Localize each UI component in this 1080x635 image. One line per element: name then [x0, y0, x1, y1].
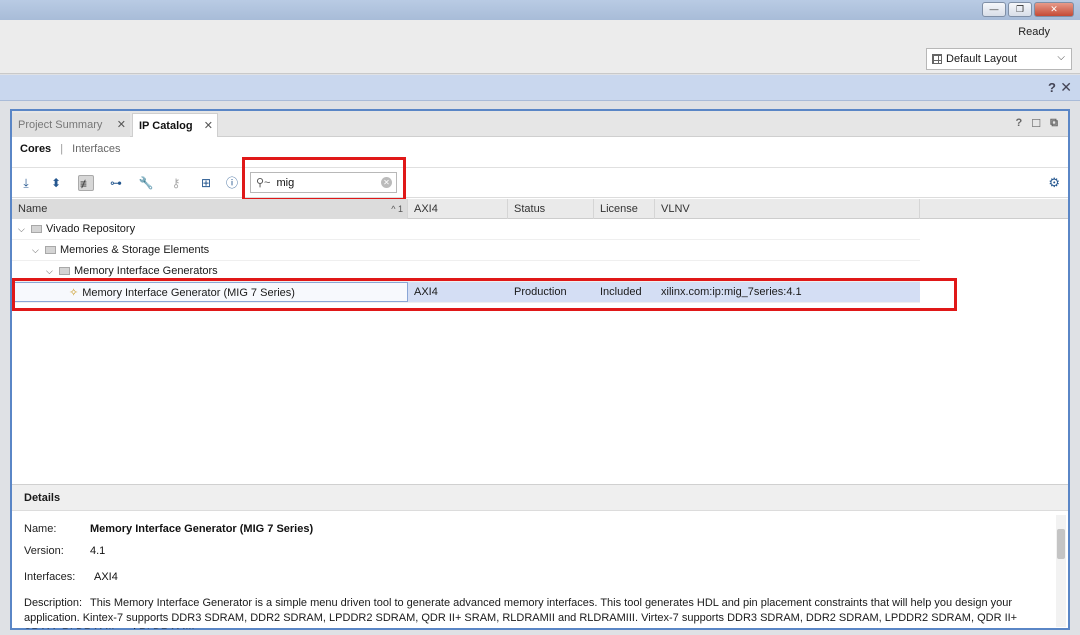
maximize-icon[interactable]: ☐ — [1031, 117, 1041, 130]
window-title-bar: — ❐ ✕ — [0, 0, 1080, 20]
row-name: Memory Interface Generators — [74, 265, 218, 277]
layout-select-value: Default Layout — [946, 53, 1017, 65]
row-name: Memories & Storage Elements — [60, 244, 210, 256]
name-cell: ⌵ Memories & Storage Elements — [26, 240, 408, 261]
top-toolbar: Ready Default Layout ⌵ — [0, 20, 1080, 74]
column-vlnv[interactable]: VLNV — [655, 199, 920, 219]
subnav-interfaces[interactable]: Interfaces — [72, 143, 120, 155]
status-text: Ready — [1018, 26, 1050, 38]
scrollbar-thumb[interactable] — [1057, 529, 1065, 559]
sort-indicator: ^ 1 — [391, 204, 403, 214]
detail-value: 4.1 — [90, 545, 106, 557]
close-button[interactable]: ✕ — [1034, 2, 1074, 17]
help-icon[interactable]: ? — [1016, 117, 1023, 130]
info-icon[interactable]: ⓘ — [224, 175, 240, 191]
close-icon[interactable]: ✕ — [1060, 79, 1072, 96]
details-pane: Details Name: Memory Interface Generator … — [12, 484, 1068, 629]
tab-project-summary[interactable]: Project Summary ✕ — [12, 113, 130, 137]
panel-tools: ? ☐ ⧉ — [1016, 117, 1058, 130]
tab-close-icon[interactable]: ✕ — [204, 119, 213, 132]
detail-label: Name: — [24, 523, 57, 535]
chip-icon[interactable]: ⊞ — [198, 175, 214, 191]
ip-catalog-panel: Project Summary ✕ IP Catalog ✕ ? ☐ ⧉ Cor… — [10, 109, 1070, 630]
column-axi4[interactable]: AXI4 — [408, 199, 508, 219]
tab-label: Project Summary — [18, 119, 103, 131]
catalog-toolbar: ⤓ ⬍ ≢ ⊶ 🔧 ⚷ ⊞ ⓘ ⚲~ ✕ ⚙ — [12, 167, 1068, 198]
expand-arrow-icon[interactable]: ⌵ — [18, 219, 28, 240]
layout-grid-icon — [932, 54, 942, 64]
expand-all-icon[interactable]: ⬍ — [48, 175, 64, 191]
detail-version: Version: 4.1 — [24, 545, 105, 557]
detail-label: Description: — [24, 597, 83, 609]
column-name[interactable]: Name ^ 1 — [12, 199, 408, 219]
collapse-all-icon[interactable]: ⤓ — [18, 175, 34, 191]
tree-row[interactable]: ⌵ Vivado Repository — [12, 219, 920, 240]
folder-icon — [31, 225, 42, 233]
row-highlight-box — [12, 278, 957, 311]
detail-value: AXI4 — [94, 571, 118, 583]
tab-bar: Project Summary ✕ IP Catalog ✕ ? ☐ ⧉ — [12, 111, 1068, 137]
wrench-icon[interactable]: 🔧 — [138, 175, 154, 191]
hierarchy-icon[interactable]: ⊶ — [108, 175, 124, 191]
detail-description: Description: This Memory Interface Gener… — [24, 596, 1044, 629]
column-status[interactable]: Status — [508, 199, 594, 219]
tree-row[interactable]: ⌵ Memories & Storage Elements — [12, 240, 920, 261]
table-header: Name ^ 1 AXI4 Status License VLNV — [12, 199, 920, 219]
tab-close-icon[interactable]: ✕ — [117, 118, 126, 131]
tab-label: IP Catalog — [139, 120, 193, 132]
detail-name: Name: Memory Interface Generator (MIG 7 S… — [24, 523, 313, 535]
detail-value: Memory Interface Generator (MIG 7 Series… — [90, 523, 314, 535]
group-by-icon[interactable]: ≢ — [78, 175, 94, 191]
catalog-subnav: Cores | Interfaces — [20, 143, 120, 155]
details-scrollbar[interactable] — [1056, 515, 1066, 627]
key-icon[interactable]: ⚷ — [168, 175, 184, 191]
search-highlight-box — [242, 157, 406, 201]
restore-button[interactable]: ❐ — [1008, 2, 1032, 17]
name-cell: ⌵ Vivado Repository — [12, 219, 408, 240]
window-controls: — ❐ ✕ — [982, 2, 1074, 17]
column-label: Name — [18, 203, 48, 215]
float-icon[interactable]: ⧉ — [1050, 117, 1058, 130]
folder-icon — [45, 246, 56, 254]
detail-value: This Memory Interface Generator is a sim… — [24, 597, 1018, 629]
details-heading: Details — [12, 485, 1068, 511]
subnav-separator: | — [60, 143, 64, 155]
chevron-down-icon: ⌵ — [1057, 52, 1065, 63]
row-name: Vivado Repository — [46, 223, 136, 235]
workspace-header: ? ✕ — [0, 75, 1080, 101]
folder-icon — [59, 267, 70, 275]
minimize-button[interactable]: — — [982, 2, 1006, 17]
layout-select[interactable]: Default Layout ⌵ — [926, 48, 1072, 70]
detail-label: Version: — [24, 545, 64, 557]
help-icon[interactable]: ? — [1048, 80, 1056, 95]
detail-interfaces: Interfaces: AXI4 — [24, 571, 118, 583]
table-header-filler — [920, 199, 1068, 219]
column-license[interactable]: License — [594, 199, 655, 219]
tab-ip-catalog[interactable]: IP Catalog ✕ — [132, 113, 218, 137]
gear-icon[interactable]: ⚙ — [1048, 175, 1060, 191]
detail-label: Interfaces: — [24, 571, 76, 583]
subnav-cores[interactable]: Cores — [20, 143, 51, 155]
expand-arrow-icon[interactable]: ⌵ — [32, 240, 42, 261]
